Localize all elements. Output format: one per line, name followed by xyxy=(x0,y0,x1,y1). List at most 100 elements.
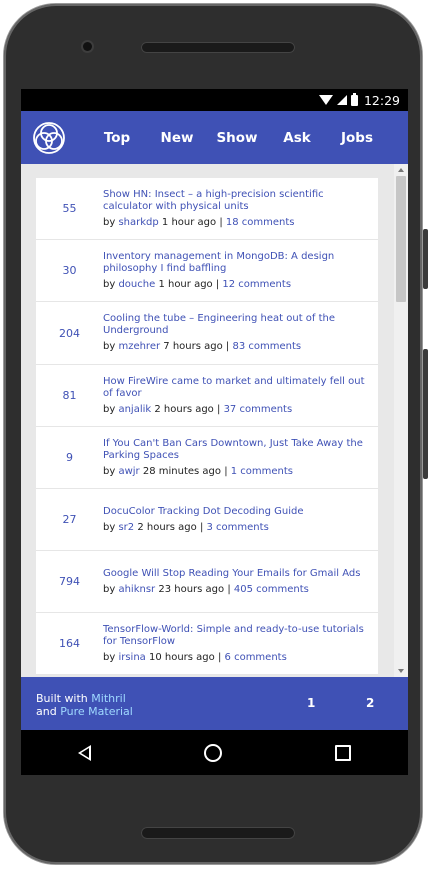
story-row[interactable]: 204 Cooling the tube – Engineering heat … xyxy=(36,302,378,365)
story-time: 23 hours ago xyxy=(158,583,225,595)
story-row[interactable]: 794 Google Will Stop Reading Your Emails… xyxy=(36,551,378,613)
nav-show[interactable]: Show xyxy=(207,130,267,146)
story-list-area[interactable]: 55 Show HN: Insect – a high-precision sc… xyxy=(21,164,408,677)
scroll-down-arrow-icon[interactable] xyxy=(398,669,404,673)
story-comments-link[interactable]: 83 comments xyxy=(232,341,301,352)
battery-icon xyxy=(350,92,358,106)
story-points: 27 xyxy=(62,513,77,526)
story-comments-link[interactable]: 18 comments xyxy=(226,217,295,228)
status-bar: 12:29 xyxy=(21,89,408,111)
story-comments-link[interactable]: 3 comments xyxy=(207,522,269,533)
story-info: How FireWire came to market and ultimate… xyxy=(103,370,378,422)
story-title-link[interactable]: If You Can't Ban Cars Downtown, Just Tak… xyxy=(103,438,370,462)
scroll-thumb[interactable] xyxy=(396,176,406,302)
home-icon[interactable] xyxy=(203,743,222,762)
wifi-icon xyxy=(318,95,333,105)
app-bar: Top New Show Ask Jobs xyxy=(21,111,408,164)
story-time: 7 hours ago xyxy=(163,341,223,352)
story-comments-link[interactable]: 6 comments xyxy=(225,652,287,663)
story-title-link[interactable]: Inventory management in MongoDB: A desig… xyxy=(103,251,370,275)
story-info: Google Will Stop Reading Your Emails for… xyxy=(103,562,378,602)
story-by: by xyxy=(103,403,116,415)
story-user-link[interactable]: ahiknsr xyxy=(118,584,155,595)
story-separator: | xyxy=(227,583,231,595)
story-separator: | xyxy=(224,465,228,477)
story-points: 55 xyxy=(62,202,77,215)
story-separator: | xyxy=(225,341,230,352)
story-info: Cooling the tube – Engineering heat out … xyxy=(103,307,378,359)
nav-top[interactable]: Top xyxy=(87,130,147,146)
scroll-up-arrow-icon[interactable] xyxy=(398,168,404,172)
story-points: 9 xyxy=(66,451,73,464)
bottom-speaker xyxy=(141,827,295,839)
story-points: 81 xyxy=(62,389,77,402)
story-title-link[interactable]: DocuColor Tracking Dot Decoding Guide xyxy=(103,506,370,518)
story-user-link[interactable]: douche xyxy=(118,279,155,290)
story-title-link[interactable]: Google Will Stop Reading Your Emails for… xyxy=(103,568,370,580)
story-by: by xyxy=(103,216,116,228)
story-time: 1 hour ago xyxy=(161,216,217,228)
story-info: If You Can't Ban Cars Downtown, Just Tak… xyxy=(103,432,378,484)
story-comments-link[interactable]: 37 comments xyxy=(224,404,293,415)
story-user-link[interactable]: sharkdp xyxy=(118,217,158,228)
story-meta: by douche 1 hour ago | 12 comments xyxy=(103,279,370,291)
story-title-link[interactable]: How FireWire came to market and ultimate… xyxy=(103,376,370,400)
story-user-link[interactable]: awjr xyxy=(118,466,139,477)
volume-button[interactable] xyxy=(423,229,428,289)
story-by: by xyxy=(103,278,116,290)
story-user-link[interactable]: anjalik xyxy=(118,404,151,415)
story-points: 164 xyxy=(59,637,80,650)
story-meta: by ahiknsr 23 hours ago | 405 comments xyxy=(103,584,370,596)
story-title-link[interactable]: Cooling the tube – Engineering heat out … xyxy=(103,313,370,337)
story-time: 10 hours ago xyxy=(148,651,215,663)
phone-frame: 12:29 Top New Show Ask Jobs 55 Show HN: … xyxy=(4,4,428,864)
pure-material-link[interactable]: Pure Material xyxy=(60,705,133,718)
story-separator: | xyxy=(199,521,204,533)
story-time: 2 hours ago xyxy=(154,403,214,415)
story-separator: | xyxy=(217,403,221,415)
power-button[interactable] xyxy=(423,349,428,479)
story-row[interactable]: 9 If You Can't Ban Cars Downtown, Just T… xyxy=(36,427,378,489)
story-user-link[interactable]: sr2 xyxy=(118,522,134,533)
story-points: 794 xyxy=(59,575,80,588)
page-2-button[interactable]: 2 xyxy=(366,696,374,710)
footer: Built with Mithril and Pure Material 1 2 xyxy=(21,677,408,730)
story-meta: by sharkdp 1 hour ago | 18 comments xyxy=(103,217,370,229)
story-row[interactable]: 27 DocuColor Tracking Dot Decoding Guide… xyxy=(36,489,378,551)
story-comments-link[interactable]: 12 comments xyxy=(222,279,291,290)
system-nav-bar xyxy=(21,730,408,775)
story-comments-link[interactable]: 405 comments xyxy=(234,584,309,595)
story-title-link[interactable]: Show HN: Insect – a high-precision scien… xyxy=(103,189,370,213)
story-title-link[interactable]: TensorFlow-World: Simple and ready-to-us… xyxy=(103,624,370,648)
story-user-link[interactable]: mzehrer xyxy=(118,341,160,352)
screen: 12:29 Top New Show Ask Jobs 55 Show HN: … xyxy=(21,89,408,775)
logo-icon[interactable] xyxy=(31,120,67,156)
story-info: DocuColor Tracking Dot Decoding Guide by… xyxy=(103,500,378,540)
page-1-button[interactable]: 1 xyxy=(307,696,315,710)
scrollbar[interactable] xyxy=(394,164,408,677)
story-by: by xyxy=(103,521,116,533)
story-row[interactable]: 55 Show HN: Insect – a high-precision sc… xyxy=(36,178,378,240)
story-time: 2 hours ago xyxy=(137,521,197,533)
story-row[interactable]: 164 TensorFlow-World: Simple and ready-t… xyxy=(36,613,378,675)
story-meta: by mzehrer 7 hours ago | 83 comments xyxy=(103,341,370,353)
story-time: 1 hour ago xyxy=(158,278,213,290)
story-by: by xyxy=(103,651,116,663)
built-with-text: Built with Mithril and Pure Material xyxy=(36,692,133,718)
story-list: 55 Show HN: Insect – a high-precision sc… xyxy=(36,178,378,675)
status-time: 12:29 xyxy=(363,92,400,108)
story-row[interactable]: 30 Inventory management in MongoDB: A de… xyxy=(36,240,378,302)
story-user-link[interactable]: irsina xyxy=(118,652,145,663)
nav-jobs[interactable]: Jobs xyxy=(327,130,387,146)
story-meta: by anjalik 2 hours ago | 37 comments xyxy=(103,404,370,416)
recent-apps-icon[interactable] xyxy=(335,744,352,761)
and-text: and xyxy=(36,705,57,718)
mithril-link[interactable]: Mithril xyxy=(91,692,125,705)
story-comments-link[interactable]: 1 comments xyxy=(231,466,293,477)
back-icon[interactable] xyxy=(77,744,91,761)
nav-new[interactable]: New xyxy=(147,130,207,146)
story-points: 204 xyxy=(59,326,80,340)
earpiece-speaker xyxy=(141,42,295,53)
nav-ask[interactable]: Ask xyxy=(267,130,327,146)
story-row[interactable]: 81 How FireWire came to market and ultim… xyxy=(36,365,378,427)
